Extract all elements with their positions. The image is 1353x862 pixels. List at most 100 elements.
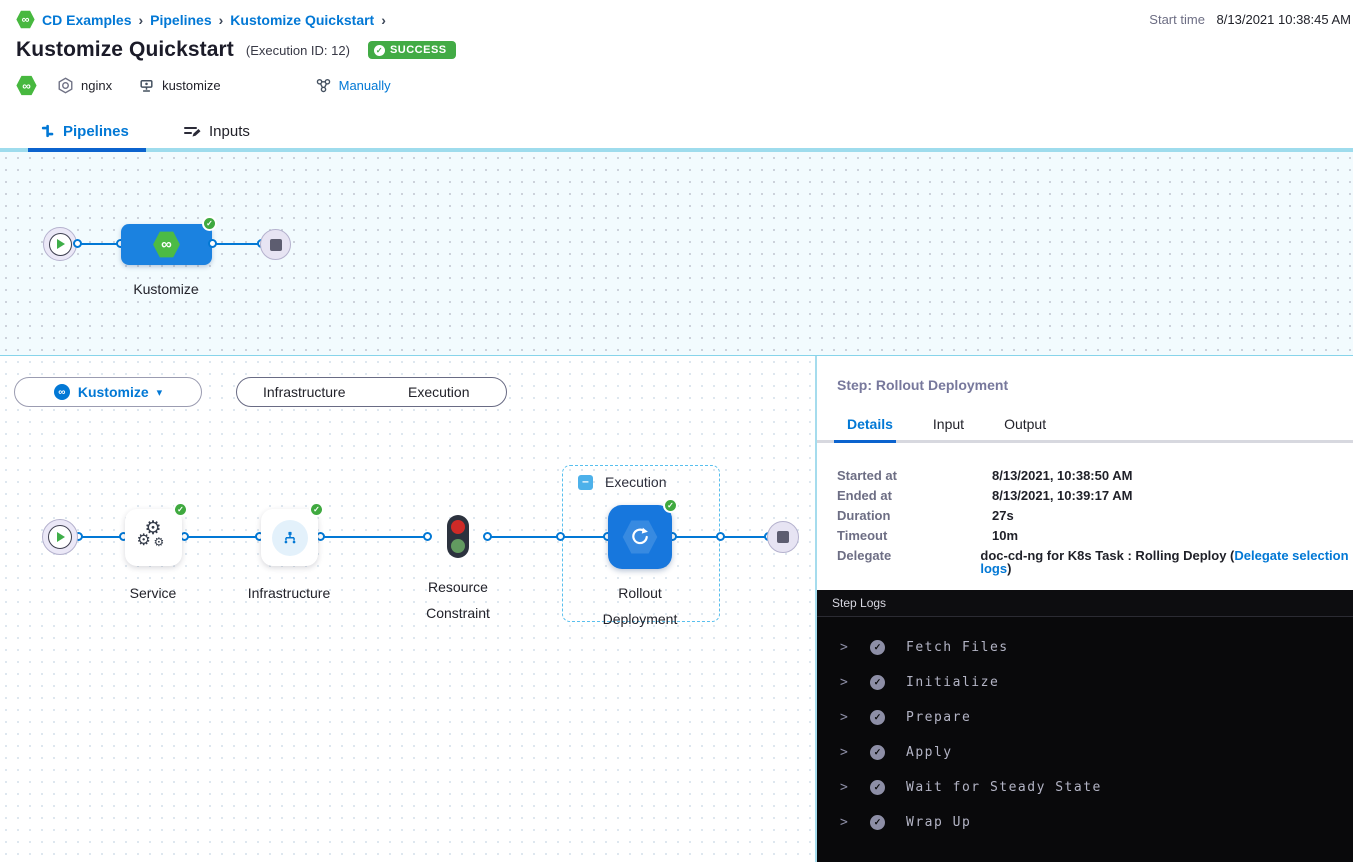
- pipeline-execution-page: ∞ CD Examples › Pipelines › Kustomize Qu…: [0, 0, 1353, 862]
- pipeline-stage-graph: ∞ ✓ Kustomize: [0, 152, 1353, 356]
- stage-node-kustomize[interactable]: ∞ ✓: [121, 224, 212, 265]
- toggle-execution[interactable]: Execution: [372, 384, 507, 400]
- meta-row: ∞ nginx kustomize Manually: [16, 75, 391, 96]
- check-icon: ✓: [870, 640, 885, 655]
- detail-row: Started at 8/13/2021, 10:38:50 AM: [837, 469, 1353, 482]
- success-check-icon: ✓: [309, 502, 324, 517]
- check-icon: ✓: [870, 780, 885, 795]
- detail-row: Delegate doc-cd-ng for K8s Task : Rollin…: [837, 549, 1353, 575]
- cd-hexagon-icon: ∞: [16, 75, 37, 96]
- log-section-row[interactable]: > ✓ Wait for Steady State: [817, 770, 1353, 805]
- connector-port: [423, 532, 432, 541]
- infrastructure-icon: [281, 529, 299, 547]
- step-label-infrastructure: Infrastructure: [229, 580, 349, 606]
- play-icon: [57, 532, 65, 542]
- execution-group-label: Execution: [605, 474, 666, 490]
- toggle-infrastructure[interactable]: Infrastructure: [237, 384, 372, 400]
- log-section-row[interactable]: > ✓ Prepare: [817, 700, 1353, 735]
- detail-row: Ended at 8/13/2021, 10:39:17 AM: [837, 489, 1353, 502]
- active-tab-indicator: [28, 148, 146, 152]
- connector-port: [716, 532, 725, 541]
- active-tab-indicator: [834, 440, 896, 443]
- start-time-label: Start time: [1149, 12, 1205, 27]
- step-label-service: Service: [103, 580, 203, 606]
- step-panel-tabs: Details Input Output: [847, 416, 1046, 432]
- step-node-rollout-deployment[interactable]: ✓: [608, 505, 672, 569]
- execution-id: (Execution ID: 12): [246, 43, 350, 58]
- step-label-rollout-deployment: Rollout Deployment: [580, 580, 700, 632]
- log-section-row[interactable]: > ✓ Wrap Up: [817, 805, 1353, 840]
- step-node-service[interactable]: ⚙ ⚙ ⚙ ✓: [125, 509, 182, 566]
- chevron-right-icon: >: [840, 815, 870, 830]
- execution-canvas: ∞ Kustomize ▾ Infrastructure Execution –…: [0, 356, 816, 862]
- detail-label: Duration: [837, 509, 992, 522]
- log-section-label: Prepare: [906, 710, 971, 725]
- log-section-row[interactable]: > ✓ Fetch Files: [817, 630, 1353, 665]
- log-section-label: Apply: [906, 745, 953, 760]
- chevron-right-icon: ›: [219, 12, 224, 28]
- step-logs-list: > ✓ Fetch Files > ✓ Initialize > ✓ Prepa…: [817, 617, 1353, 840]
- log-section-row[interactable]: > ✓ Apply: [817, 735, 1353, 770]
- detail-label: Started at: [837, 469, 992, 482]
- breadcrumb-kustomize-quickstart[interactable]: Kustomize Quickstart: [230, 12, 374, 28]
- stage-label: Kustomize: [106, 276, 226, 302]
- gears-icon: ⚙ ⚙ ⚙: [136, 520, 172, 556]
- connector-line: [184, 536, 260, 538]
- breadcrumb-pipelines[interactable]: Pipelines: [150, 12, 211, 28]
- detail-value: 8/13/2021, 10:38:50 AM: [992, 469, 1132, 482]
- step-node-resource-constraint[interactable]: [447, 515, 469, 558]
- check-icon: ✓: [374, 45, 385, 56]
- tab-inputs-label: Inputs: [209, 123, 250, 140]
- chevron-right-icon: ›: [381, 12, 386, 28]
- log-section-label: Wrap Up: [906, 815, 971, 830]
- tab-pipelines[interactable]: Pipelines: [40, 110, 129, 152]
- tab-input[interactable]: Input: [933, 416, 964, 432]
- log-section-label: Initialize: [906, 675, 999, 690]
- page-title: Kustomize Quickstart: [16, 38, 234, 62]
- page-header: ∞ CD Examples › Pipelines › Kustomize Qu…: [0, 0, 1353, 110]
- step-logs-header: Step Logs: [817, 590, 1353, 617]
- service-icon: [57, 77, 74, 94]
- stop-icon: [777, 531, 789, 543]
- execution-group-header: – Execution: [578, 474, 666, 490]
- step-details-panel: Step: Rollout Deployment Details Input O…: [816, 356, 1353, 862]
- breadcrumb-cd-examples[interactable]: CD Examples: [42, 12, 131, 28]
- service-name: nginx: [81, 78, 112, 93]
- connector-port: [208, 239, 217, 248]
- status-badge: ✓ SUCCESS: [368, 41, 456, 59]
- start-time-value: 8/13/2021 10:38:45 AM: [1217, 12, 1351, 27]
- check-icon: ✓: [870, 710, 885, 725]
- start-time: Start time 8/13/2021 10:38:45 AM: [1149, 12, 1351, 27]
- tab-underline: [817, 440, 1353, 443]
- detail-row: Duration 27s: [837, 509, 1353, 522]
- stage-selector-dropdown[interactable]: ∞ Kustomize ▾: [14, 377, 202, 407]
- trigger-manually-link[interactable]: Manually: [339, 78, 391, 93]
- log-section-label: Fetch Files: [906, 640, 1009, 655]
- step-node-infrastructure[interactable]: ✓: [261, 509, 318, 566]
- detail-value: 8/13/2021, 10:39:17 AM: [992, 489, 1132, 502]
- collapse-icon[interactable]: –: [578, 475, 593, 490]
- main-tabbar: Pipelines Inputs: [0, 110, 1353, 152]
- traffic-light-red: [451, 520, 465, 534]
- pipeline-end-node: [260, 229, 291, 260]
- connector-line: [320, 536, 428, 538]
- execution-end-node: [767, 521, 799, 553]
- connector-line: [78, 536, 124, 538]
- check-icon: ✓: [870, 675, 885, 690]
- tab-output[interactable]: Output: [1004, 416, 1046, 432]
- trigger-icon: [315, 77, 332, 94]
- environment-icon: [138, 77, 155, 94]
- tab-details[interactable]: Details: [847, 416, 893, 432]
- cd-hexagon-icon: ∞: [153, 231, 181, 259]
- step-logs-title: Step Logs: [832, 596, 886, 610]
- connector-port: [73, 239, 82, 248]
- cd-hexagon-icon: ∞: [16, 10, 35, 29]
- detail-label: Delegate: [837, 549, 980, 575]
- tab-inputs[interactable]: Inputs: [183, 110, 250, 152]
- pipeline-start-node: [43, 227, 77, 261]
- connector-port: [556, 532, 565, 541]
- success-check-icon: ✓: [173, 502, 188, 517]
- step-panel-title: Step: Rollout Deployment: [837, 377, 1008, 393]
- log-section-row[interactable]: > ✓ Initialize: [817, 665, 1353, 700]
- redo-icon: [629, 526, 651, 548]
